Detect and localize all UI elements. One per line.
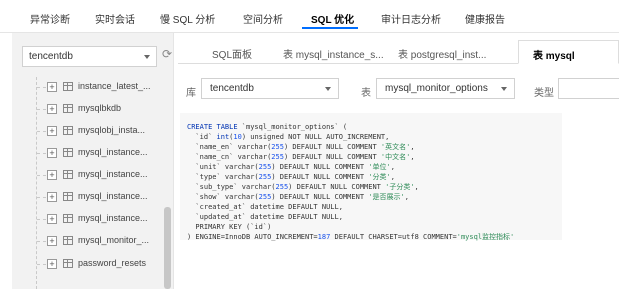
tree-item[interactable]: + mysql_instance... xyxy=(12,209,162,229)
code-line: PRIMARY KEY (`id`) xyxy=(187,223,272,231)
table-label: 表 xyxy=(361,88,371,99)
tree-item-label: mysql_monitor_... xyxy=(78,235,150,245)
refresh-icon[interactable]: ⟳ xyxy=(162,47,172,61)
table-icon xyxy=(63,236,73,245)
expand-icon[interactable]: + xyxy=(47,192,57,202)
tab-sql-optimize[interactable]: SQL 优化 xyxy=(311,11,354,26)
code-line: `created_at` datetime DEFAULT NULL, xyxy=(187,203,343,211)
scrollbar-thumb[interactable] xyxy=(164,207,171,289)
table-icon xyxy=(63,259,73,268)
code-line: `name_cn` varchar(255) DEFAULT NULL COMM… xyxy=(187,153,415,161)
expand-icon[interactable]: + xyxy=(47,104,57,114)
ddl-code-panel: CREATE TABLE `mysql_monitor_options` ( `… xyxy=(180,113,562,241)
tree-item[interactable]: + mysqlbkdb xyxy=(12,99,162,119)
tree-item-label: mysql_instance... xyxy=(78,147,148,157)
expand-icon[interactable]: + xyxy=(47,214,57,224)
editor-tabs: SQL面板 表 mysql_instance_s... 表 postgresql… xyxy=(178,40,619,64)
tree-item-label: mysqlbkdb xyxy=(78,103,122,113)
table-icon xyxy=(63,126,73,135)
code-line: `sub_type` varchar(255) DEFAULT NULL COM… xyxy=(187,183,419,191)
code-line: ) ENGINE=InnoDB AUTO_INCREMENT=187 DEFAU… xyxy=(187,233,515,241)
tab-table-active[interactable]: 表 mysql xyxy=(518,40,619,64)
tab-health-report[interactable]: 健康报告 xyxy=(465,11,505,26)
expand-icon[interactable]: + xyxy=(47,148,57,158)
expand-icon[interactable]: + xyxy=(47,126,57,136)
tree-item-label: mysql_instance... xyxy=(78,213,148,223)
tree-item-label: mysql_instance... xyxy=(78,191,148,201)
code-line: `unit` varchar(255) DEFAULT NULL COMMENT… xyxy=(187,163,395,171)
tree-item[interactable]: + mysql_instance... xyxy=(12,187,162,207)
active-tab-indicator xyxy=(302,27,358,29)
table-icon xyxy=(63,192,73,201)
tab-space-analysis[interactable]: 空间分析 xyxy=(243,11,283,26)
code-line: `type` varchar(255) DEFAULT NULL COMMENT… xyxy=(187,173,395,181)
expand-icon[interactable]: + xyxy=(47,82,57,92)
code-line: CREATE TABLE `mysql_monitor_options` ( xyxy=(187,123,348,131)
database-select[interactable]: tencentdb xyxy=(22,46,157,67)
tree-item-label: instance_latest_... xyxy=(78,81,151,91)
table-icon xyxy=(63,104,73,113)
tree-item[interactable]: + mysql_monitor_... xyxy=(12,231,162,251)
tree-item-label: mysqlobj_insta... xyxy=(78,125,146,135)
tab-slow-sql[interactable]: 慢 SQL 分析 xyxy=(160,11,215,26)
top-nav: 异常诊断 实时会话 慢 SQL 分析 空间分析 SQL 优化 审计日志分析 健康… xyxy=(0,0,619,33)
tab-table-1[interactable]: 表 mysql_instance_s... xyxy=(283,40,384,64)
sidebar-scrollbar[interactable] xyxy=(162,77,173,289)
sidebar: tencentdb ⟳ + instance_latest_... + mysqlb… xyxy=(12,33,174,289)
tab-realtime-session[interactable]: 实时会话 xyxy=(95,11,135,26)
table-icon xyxy=(63,82,73,91)
type-select[interactable] xyxy=(558,78,619,99)
tree-item[interactable]: + instance_latest_... xyxy=(12,77,162,97)
table-icon xyxy=(63,148,73,157)
code-line: `name_en` varchar(255) DEFAULT NULL COMM… xyxy=(187,143,415,151)
tree-item[interactable]: + mysql_instance... xyxy=(12,165,162,185)
code-line: `updated_at` datetime DEFAULT NULL, xyxy=(187,213,343,221)
db-select[interactable]: tencentdb xyxy=(201,78,339,99)
chevron-down-icon xyxy=(501,87,507,91)
table-select[interactable]: mysql_monitor_options xyxy=(376,78,515,99)
db-label: 库 xyxy=(186,88,196,99)
table-icon xyxy=(63,170,73,179)
tree-item[interactable]: + mysql_instance... xyxy=(12,143,162,163)
database-select-value: tencentdb xyxy=(29,51,73,62)
expand-icon[interactable]: + xyxy=(47,170,57,180)
chevron-down-icon xyxy=(325,87,331,91)
tab-sql-panel[interactable]: SQL面板 xyxy=(212,40,252,64)
tab-audit-log[interactable]: 审计日志分析 xyxy=(381,11,441,26)
tab-table-2[interactable]: 表 postgresql_inst... xyxy=(398,40,486,64)
tree-item[interactable]: + password_resets xyxy=(12,254,162,274)
expand-icon[interactable]: + xyxy=(47,259,57,269)
type-label: 类型 xyxy=(534,88,554,99)
table-select-value: mysql_monitor_options xyxy=(385,83,488,94)
tree-item-label: password_resets xyxy=(78,258,147,268)
tree-item-label: mysql_instance... xyxy=(78,169,148,179)
code-line: `show` varchar(255) DEFAULT NULL COMMENT… xyxy=(187,193,409,201)
db-select-value: tencentdb xyxy=(210,83,254,94)
chevron-down-icon xyxy=(144,55,150,59)
expand-icon[interactable]: + xyxy=(47,236,57,246)
code-line: `id` int(10) unsigned NOT NULL AUTO_INCR… xyxy=(187,133,390,141)
tree-item[interactable]: + mysqlobj_insta... xyxy=(12,121,162,141)
table-icon xyxy=(63,214,73,223)
tab-anomaly-diagnosis[interactable]: 异常诊断 xyxy=(30,11,70,26)
